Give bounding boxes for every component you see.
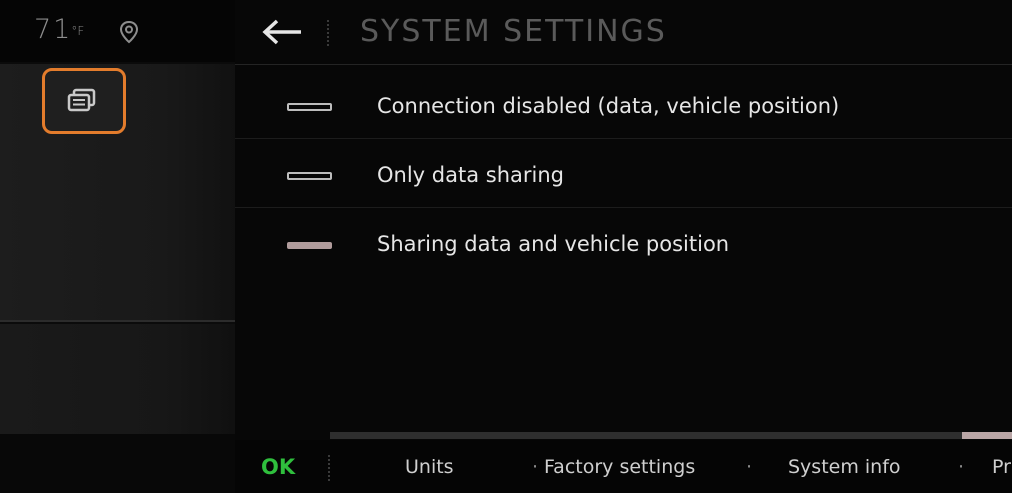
sidebar-panel-middle <box>0 324 235 434</box>
option-label: Only data sharing <box>377 163 564 187</box>
nav-dot: · <box>532 456 539 478</box>
header-divider <box>235 64 1012 65</box>
back-arrow-icon[interactable] <box>261 18 305 46</box>
unselected-indicator <box>287 103 332 111</box>
temperature-unit: °F <box>71 24 85 38</box>
selected-indicator <box>287 242 332 249</box>
ok-button[interactable]: OK <box>261 455 295 479</box>
page-title: SYSTEM SETTINGS <box>360 14 667 49</box>
option-label: Sharing data and vehicle position <box>377 232 730 256</box>
bottom-scroll-thumb[interactable] <box>962 432 1012 439</box>
temperature-display: 71°F <box>34 14 86 45</box>
windows-toggle-button[interactable] <box>42 68 126 134</box>
nav-dot: · <box>958 456 965 478</box>
header: SYSTEM SETTINGS <box>235 0 1012 64</box>
unselected-indicator <box>287 172 332 180</box>
header-separator <box>327 20 329 46</box>
nav-next-item[interactable]: Pr <box>992 456 1011 478</box>
status-bar: 71°F <box>0 0 235 62</box>
nav-system-info[interactable]: System info <box>788 456 901 478</box>
sidebar: 71°F <box>0 0 235 493</box>
bottom-scroll-track[interactable] <box>330 432 1012 439</box>
location-pin-icon <box>119 20 139 44</box>
bottom-bar: OK Units · Factory settings · System inf… <box>235 440 1012 493</box>
temperature-value: 71 <box>34 14 73 45</box>
sidebar-divider <box>0 320 235 322</box>
sharing-options-list: Connection disabled (data, vehicle posit… <box>235 70 1012 277</box>
stacked-windows-icon <box>67 88 96 112</box>
sidebar-panel-bottom <box>0 434 235 493</box>
option-sharing-data-and-position[interactable]: Sharing data and vehicle position <box>235 208 1012 277</box>
bottom-separator <box>328 455 330 481</box>
nav-factory-settings[interactable]: Factory settings <box>544 456 695 478</box>
option-label: Connection disabled (data, vehicle posit… <box>377 94 840 118</box>
option-only-data-sharing[interactable]: Only data sharing <box>235 139 1012 208</box>
nav-units[interactable]: Units <box>405 456 454 478</box>
option-connection-disabled[interactable]: Connection disabled (data, vehicle posit… <box>235 70 1012 139</box>
nav-dot: · <box>746 456 753 478</box>
